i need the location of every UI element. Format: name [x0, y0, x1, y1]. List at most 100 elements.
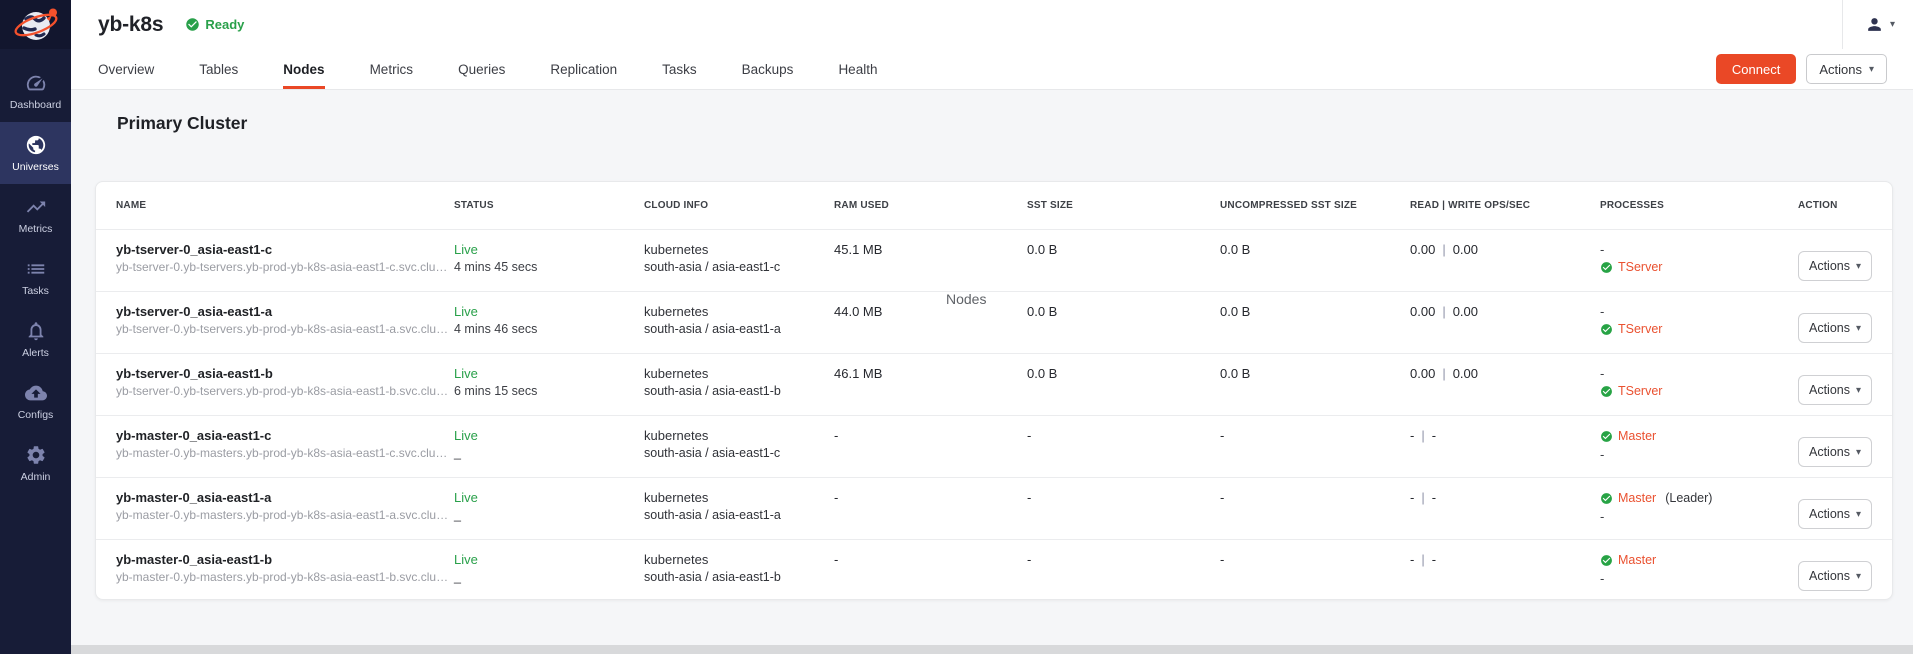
universe-tabbar: Overview Tables Nodes Metrics Queries Re… [71, 49, 1913, 90]
connect-button[interactable]: Connect [1716, 54, 1796, 84]
sidebar-item-label: Admin [21, 471, 51, 483]
column-header-action: ACTION [1798, 200, 1864, 211]
dashboard-gauge-icon [25, 72, 47, 94]
column-header-sst-size: SST SIZE [1027, 200, 1220, 211]
check-circle-icon [1600, 323, 1613, 336]
tab-health[interactable]: Health [838, 49, 877, 89]
read-write-ops: -|- [1410, 489, 1600, 506]
metrics-chart-icon [25, 196, 47, 218]
ram-used-value: - [834, 427, 1027, 444]
check-circle-icon [1600, 385, 1613, 398]
primary-cluster-title: Primary Cluster [117, 112, 1913, 134]
row-actions-button[interactable]: Actions▾ [1798, 499, 1872, 529]
sidebar-item-alerts[interactable]: Alerts [0, 308, 71, 370]
node-region: south-asia / asia-east1-c [644, 258, 834, 277]
ram-used-value: 46.1 MB [834, 365, 1027, 382]
column-header-cloud-info: CLOUD INFO [644, 200, 834, 211]
process-name[interactable]: TServer [1618, 320, 1662, 339]
yugabyte-logo[interactable] [0, 0, 71, 49]
chevron-down-icon: ▾ [1856, 509, 1861, 520]
node-uptime: _ [454, 568, 644, 587]
node-status: Live [454, 241, 644, 258]
node-name-link[interactable]: yb-tserver-0_asia-east1-c [116, 241, 454, 258]
process-name[interactable]: Master [1618, 551, 1656, 570]
universe-status-badge: Ready [185, 17, 244, 32]
node-name-link[interactable]: yb-tserver-0_asia-east1-b [116, 365, 454, 382]
sst-size-value: 0.0 B [1027, 365, 1220, 382]
nodes-content: Primary Cluster Nodes NAME STATUS CLOUD … [71, 90, 1913, 654]
node-uptime: 4 mins 46 secs [454, 320, 644, 339]
process-name[interactable]: Master [1618, 427, 1656, 446]
sidebar-nav: Dashboard Universes Metrics Tasks Alerts… [0, 60, 71, 494]
node-address: yb-master-0.yb-masters.yb-prod-yb-k8s-as… [116, 568, 452, 587]
process-name[interactable]: TServer [1618, 258, 1662, 277]
tab-tables[interactable]: Tables [199, 49, 238, 89]
tab-overview[interactable]: Overview [98, 49, 154, 89]
node-status: Live [454, 489, 644, 506]
chevron-down-icon: ▾ [1856, 571, 1861, 582]
uncompressed-sst-value: 0.0 B [1220, 365, 1410, 382]
sidebar-item-universes[interactable]: Universes [0, 122, 71, 184]
tab-tasks[interactable]: Tasks [662, 49, 697, 89]
sidebar-item-metrics[interactable]: Metrics [0, 184, 71, 246]
tab-replication[interactable]: Replication [550, 49, 617, 89]
column-header-read-write: READ | WRITE OPS/SEC [1410, 200, 1600, 211]
ram-used-value: 44.0 MB [834, 303, 1027, 320]
sidebar-item-label: Configs [18, 409, 54, 421]
node-address: yb-tserver-0.yb-tservers.yb-prod-yb-k8s-… [116, 382, 452, 401]
sidebar-item-dashboard[interactable]: Dashboard [0, 60, 71, 122]
universe-actions-button[interactable]: Actions▾ [1806, 54, 1887, 84]
node-uptime: _ [454, 444, 644, 463]
processes-cell: - TServer [1600, 365, 1798, 401]
node-region: south-asia / asia-east1-b [644, 382, 834, 401]
configs-cloud-icon [25, 382, 47, 404]
column-header-ram-used: RAM USED [834, 200, 1027, 211]
node-address: yb-master-0.yb-masters.yb-prod-yb-k8s-as… [116, 444, 452, 463]
tab-metrics[interactable]: Metrics [370, 49, 414, 89]
node-name-link[interactable]: yb-tserver-0_asia-east1-a [116, 303, 454, 320]
column-header-processes: PROCESSES [1600, 200, 1798, 211]
node-name-link[interactable]: yb-master-0_asia-east1-c [116, 427, 454, 444]
user-icon [1865, 15, 1884, 34]
sidebar-item-label: Metrics [19, 223, 53, 235]
node-provider: kubernetes [644, 303, 834, 320]
tasks-list-icon [25, 258, 47, 280]
alerts-bell-icon [25, 320, 47, 342]
chevron-down-icon: ▾ [1890, 19, 1895, 30]
row-actions-button[interactable]: Actions▾ [1798, 313, 1872, 343]
sst-size-value: - [1027, 489, 1220, 506]
node-status: Live [454, 365, 644, 382]
node-region: south-asia / asia-east1-a [644, 320, 834, 339]
tab-nodes[interactable]: Nodes [283, 49, 324, 89]
sidebar-item-tasks[interactable]: Tasks [0, 246, 71, 308]
row-actions-button[interactable]: Actions▾ [1798, 437, 1872, 467]
node-status: Live [454, 427, 644, 444]
leader-label: (Leader) [1665, 489, 1712, 508]
node-name-link[interactable]: yb-master-0_asia-east1-b [116, 551, 454, 568]
sidebar-item-configs[interactable]: Configs [0, 370, 71, 432]
row-actions-button[interactable]: Actions▾ [1798, 375, 1872, 405]
node-name-link[interactable]: yb-master-0_asia-east1-a [116, 489, 454, 506]
node-region: south-asia / asia-east1-c [644, 444, 834, 463]
horizontal-scrollbar[interactable] [71, 645, 1913, 654]
chevron-down-icon: ▾ [1856, 447, 1861, 458]
chevron-down-icon: ▾ [1869, 64, 1874, 75]
tab-queries[interactable]: Queries [458, 49, 505, 89]
row-actions-button[interactable]: Actions▾ [1798, 251, 1872, 281]
node-status: Live [454, 303, 644, 320]
uncompressed-sst-value: 0.0 B [1220, 241, 1410, 258]
sidebar-item-admin[interactable]: Admin [0, 432, 71, 494]
column-header-uncompressed-sst-size: UNCOMPRESSED SST SIZE [1220, 200, 1410, 211]
planet-rocket-logo-icon [13, 4, 59, 46]
process-name[interactable]: Master [1618, 489, 1656, 508]
tab-backups[interactable]: Backups [742, 49, 794, 89]
read-write-ops: -|- [1410, 551, 1600, 568]
node-uptime: _ [454, 506, 644, 525]
table-row: yb-master-0_asia-east1-a yb-master-0.yb-… [96, 477, 1892, 539]
user-menu[interactable]: ▾ [1842, 0, 1913, 49]
process-name[interactable]: TServer [1618, 382, 1662, 401]
sidebar-item-label: Universes [12, 161, 59, 173]
universe-toolbar: Connect Actions▾ [1716, 49, 1913, 89]
row-actions-button[interactable]: Actions▾ [1798, 561, 1872, 591]
check-circle-icon [1600, 492, 1613, 505]
